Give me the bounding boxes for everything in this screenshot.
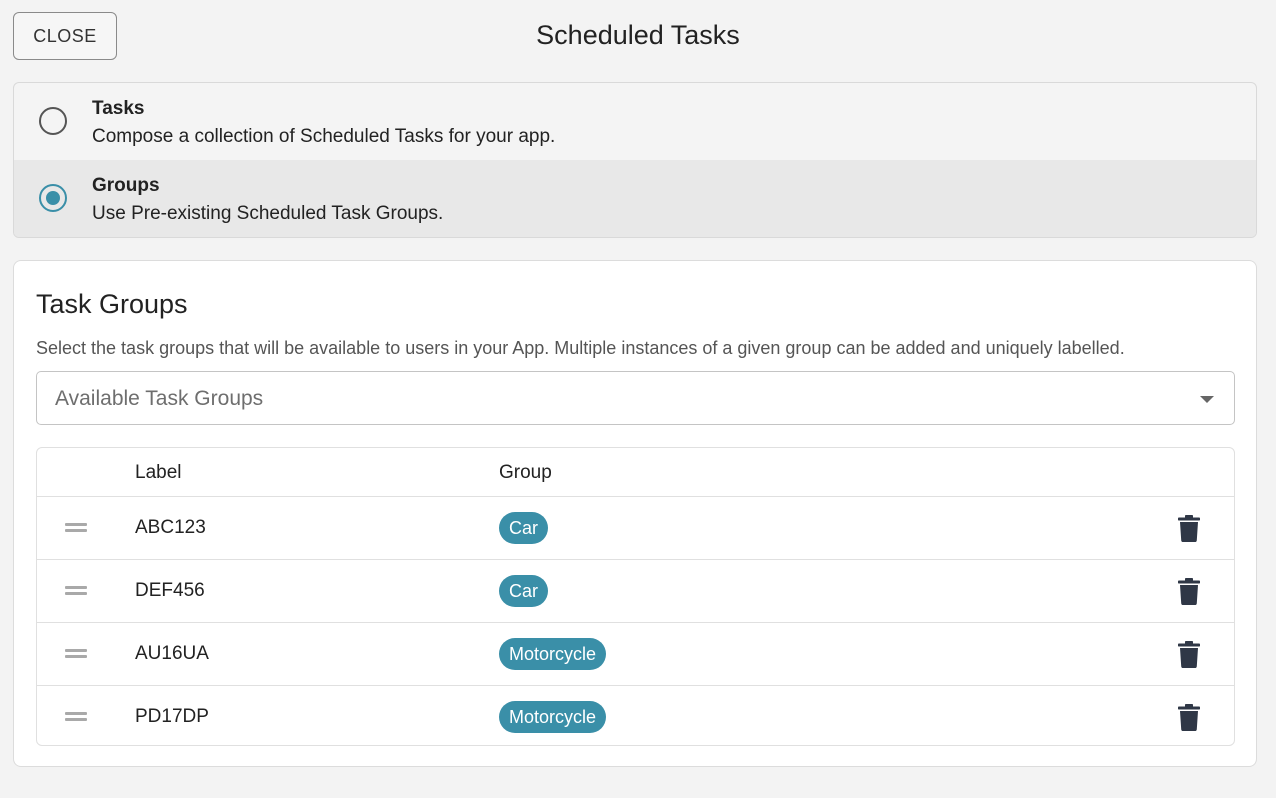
page-title: Scheduled Tasks <box>536 20 740 50</box>
table-header: Label Group <box>37 448 1234 497</box>
trash-icon[interactable] <box>1178 641 1200 668</box>
group-chip: Motorcycle <box>499 638 607 670</box>
mode-option-tasks[interactable]: Tasks Compose a collection of Scheduled … <box>14 83 1256 160</box>
radio-selected-dot <box>46 191 60 205</box>
task-groups-title: Task Groups <box>36 289 188 319</box>
row-label: ABC123 <box>135 517 206 538</box>
column-header-group: Group <box>499 462 552 483</box>
table-row: PD17DP Motorcycle <box>37 686 1234 745</box>
row-label: PD17DP <box>135 706 209 727</box>
task-groups-card: Task Groups Select the task groups that … <box>13 260 1257 767</box>
task-groups-table: Label Group ABC123 Car DEF456 Car AU16UA… <box>36 447 1235 746</box>
radio-groups[interactable] <box>39 184 67 212</box>
drag-handle-icon[interactable] <box>65 586 87 595</box>
mode-title-tasks: Tasks <box>92 98 145 119</box>
trash-icon[interactable] <box>1178 578 1200 605</box>
table-row: AU16UA Motorcycle <box>37 623 1234 686</box>
drag-handle-icon[interactable] <box>65 712 87 721</box>
table-row: DEF456 Car <box>37 560 1234 623</box>
header: CLOSE Scheduled Tasks <box>0 0 1276 82</box>
row-label: DEF456 <box>135 580 205 601</box>
group-chip: Car <box>499 575 549 607</box>
trash-icon[interactable] <box>1178 515 1200 542</box>
mode-option-groups[interactable]: Groups Use Pre-existing Scheduled Task G… <box>14 160 1256 237</box>
table-row: ABC123 Car <box>37 497 1234 560</box>
task-groups-description: Select the task groups that will be avai… <box>36 338 1125 358</box>
caret-down-icon <box>1200 396 1214 403</box>
select-placeholder: Available Task Groups <box>55 387 264 410</box>
group-chip: Car <box>499 512 549 544</box>
mode-selector: Tasks Compose a collection of Scheduled … <box>13 82 1257 238</box>
mode-description-tasks: Compose a collection of Scheduled Tasks … <box>92 126 556 147</box>
row-label: AU16UA <box>135 643 209 664</box>
available-task-groups-select[interactable]: Available Task Groups <box>36 371 1235 425</box>
mode-description-groups: Use Pre-existing Scheduled Task Groups. <box>92 203 444 224</box>
radio-tasks[interactable] <box>39 107 67 135</box>
drag-handle-icon[interactable] <box>65 523 87 532</box>
mode-title-groups: Groups <box>92 175 160 196</box>
trash-icon[interactable] <box>1178 704 1200 731</box>
drag-handle-icon[interactable] <box>65 649 87 658</box>
column-header-label: Label <box>135 462 182 483</box>
group-chip: Motorcycle <box>499 701 607 733</box>
